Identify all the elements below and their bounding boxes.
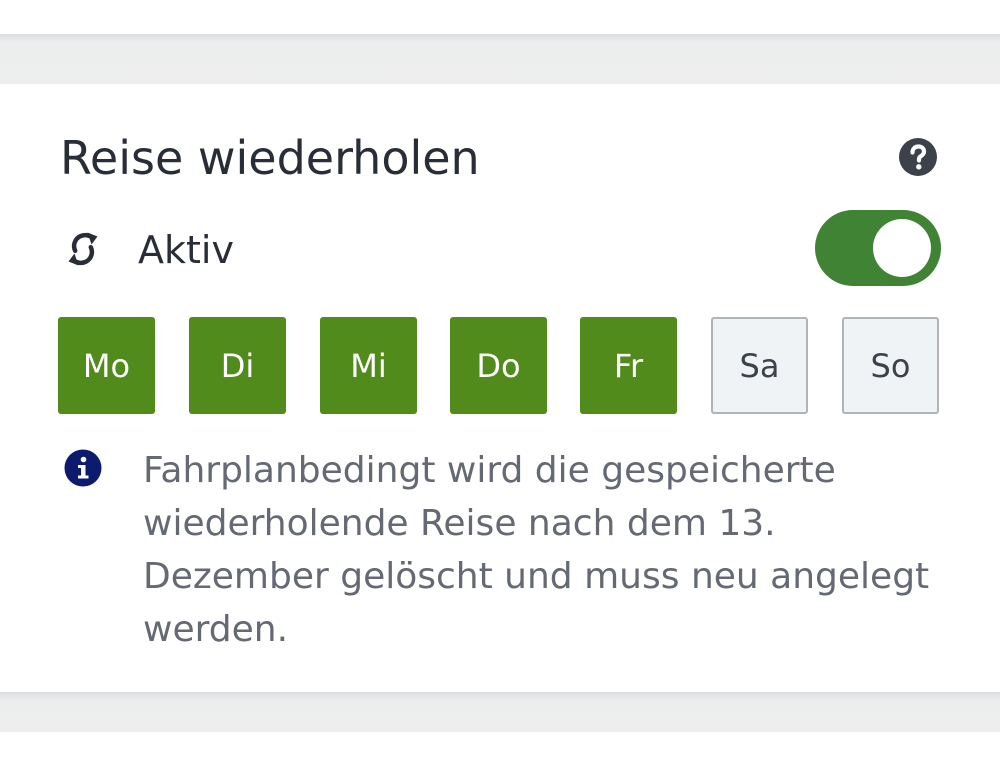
weekday-do[interactable]: Do [450, 317, 547, 414]
info-icon [64, 449, 102, 487]
repeat-toggle[interactable] [815, 210, 941, 286]
section-title: Reise wiederholen [60, 131, 480, 185]
weekday-mi[interactable]: Mi [320, 317, 417, 414]
toggle-knob [873, 219, 931, 277]
weekday-mo[interactable]: Mo [58, 317, 155, 414]
weekday-di[interactable]: Di [189, 317, 286, 414]
weekday-fr[interactable]: Fr [580, 317, 677, 414]
weekday-sa[interactable]: Sa [711, 317, 808, 414]
repeat-active-label: Aktiv [138, 228, 234, 272]
schedule-notice-text: Fahrplanbedingt wird die gespeicherte wi… [143, 450, 930, 650]
top-divider [0, 34, 1000, 84]
bottom-divider [0, 692, 1000, 732]
weekday-so[interactable]: So [842, 317, 939, 414]
repeat-icon [68, 232, 98, 266]
help-circle-icon[interactable] [898, 137, 938, 177]
